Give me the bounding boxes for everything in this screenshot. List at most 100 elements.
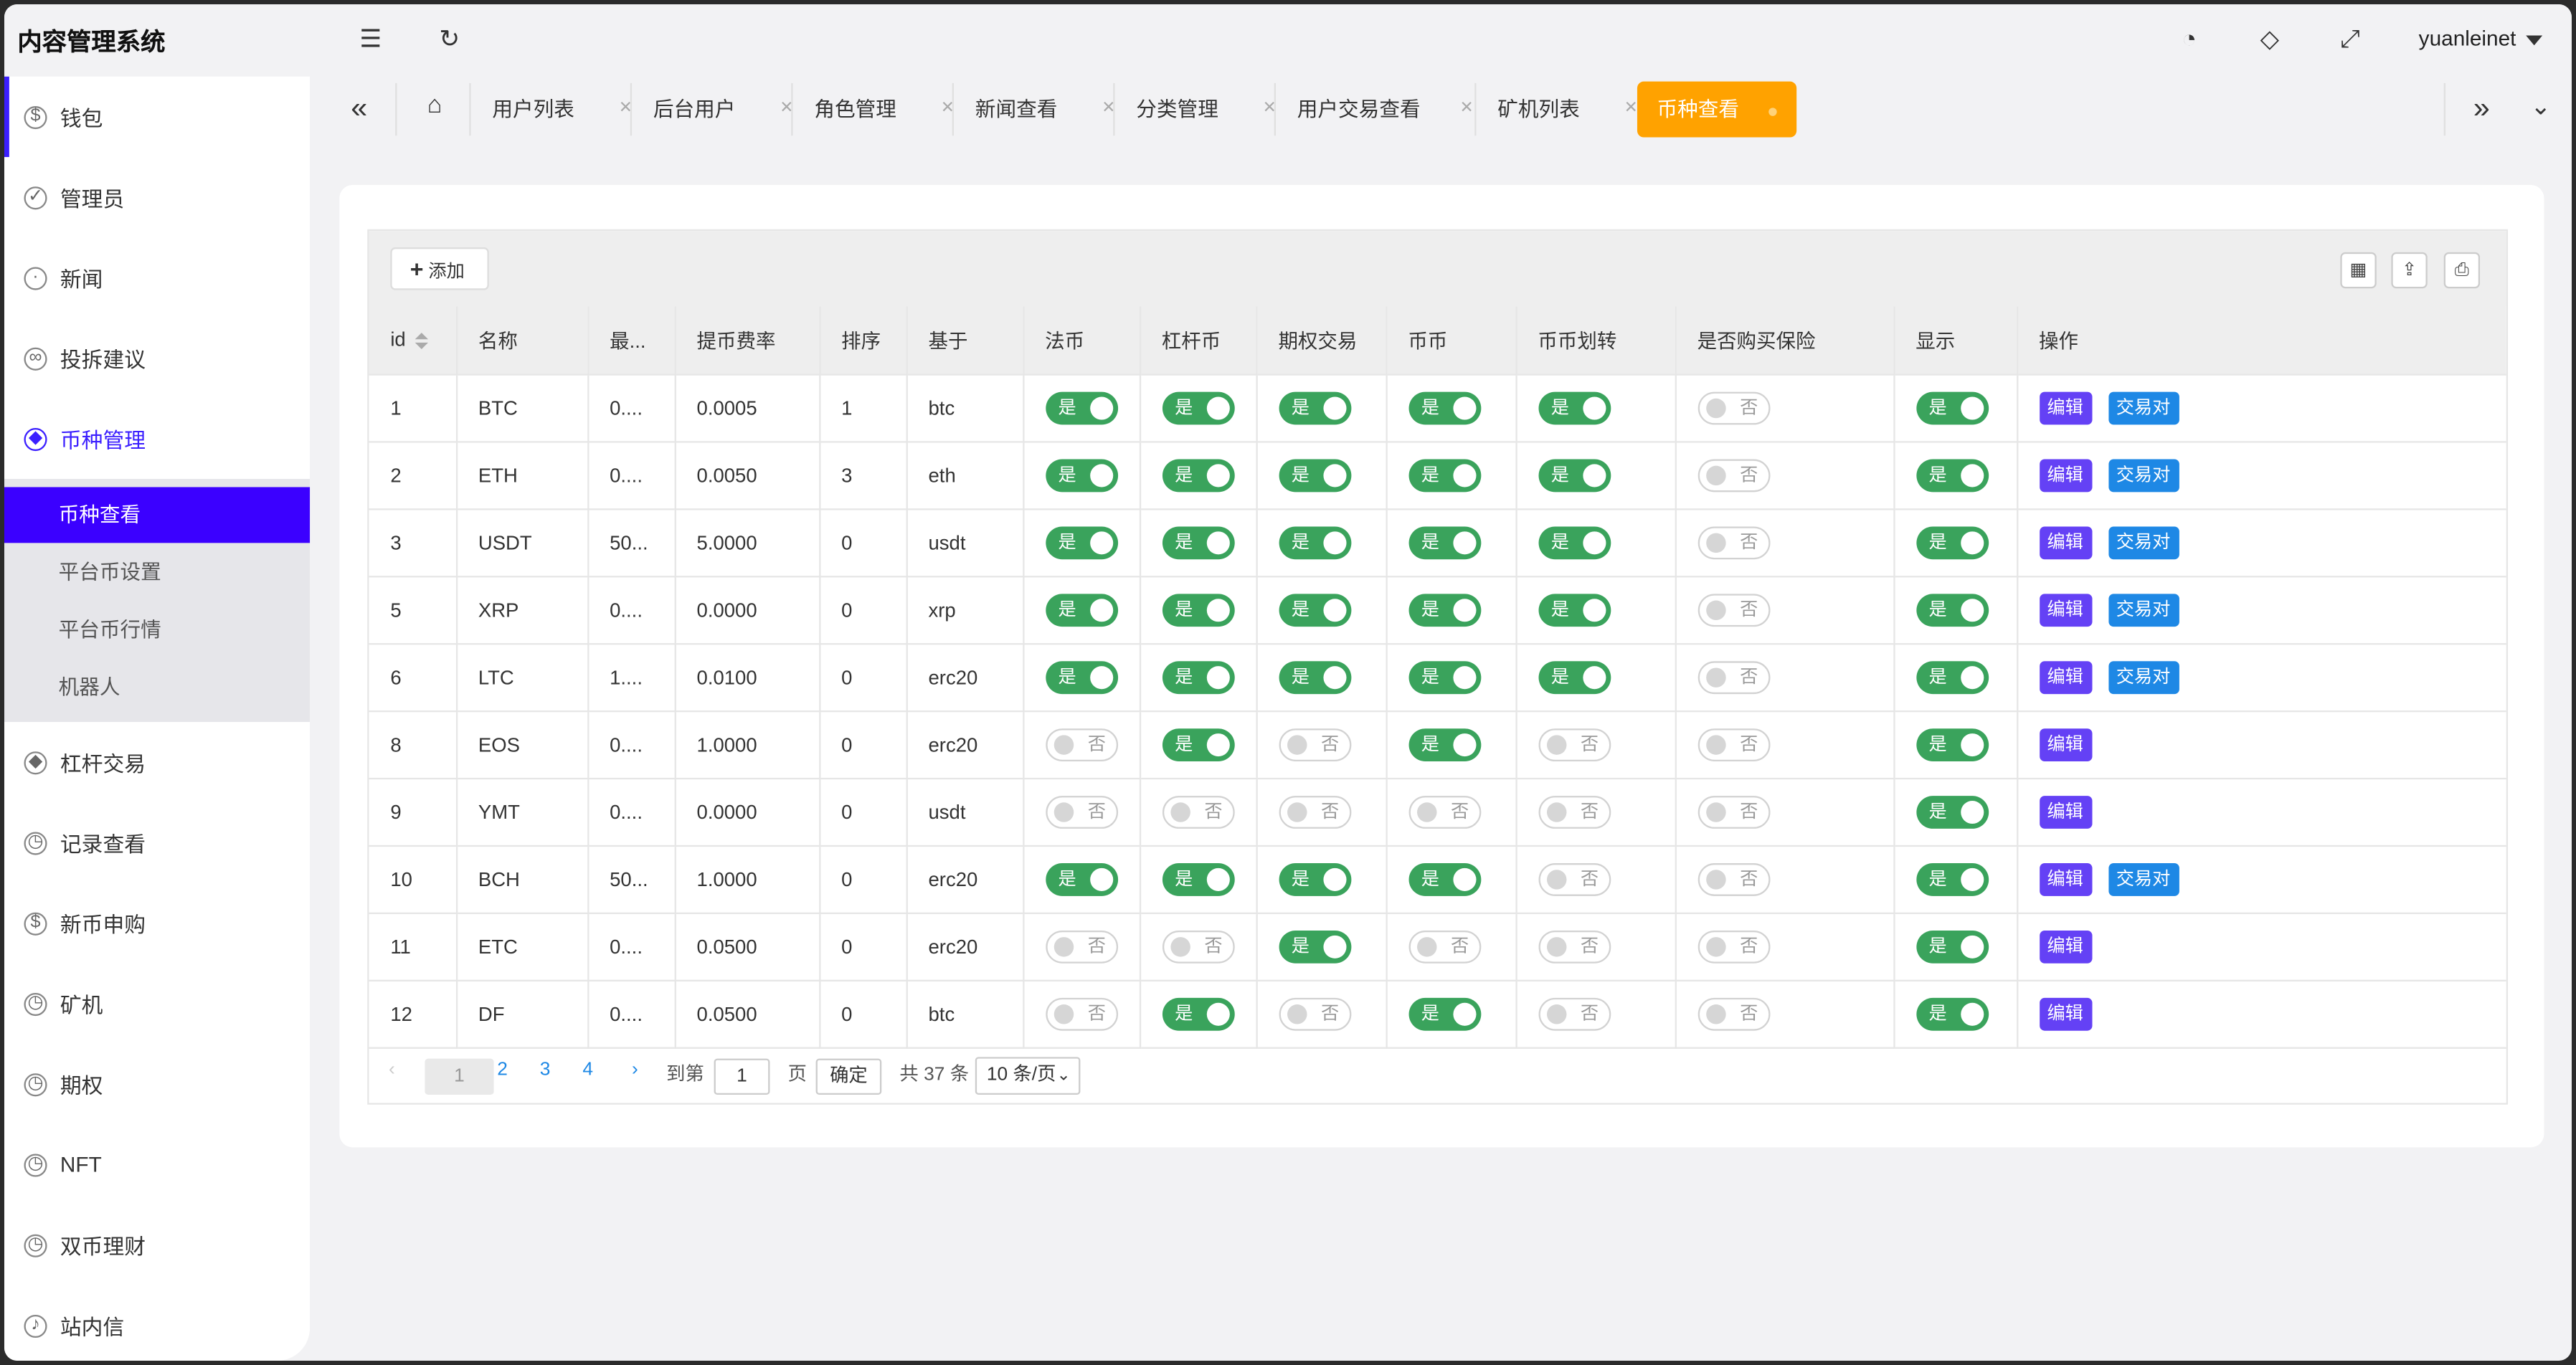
insurance-toggle[interactable]: 否 <box>1697 593 1770 627</box>
user-menu[interactable]: yuanleinet <box>2419 26 2543 50</box>
insurance-toggle[interactable]: 否 <box>1697 525 1770 559</box>
goto-confirm-button[interactable]: 确定 <box>815 1058 882 1095</box>
fullscreen-icon[interactable]: ⤢ <box>2334 24 2367 57</box>
trading-pair-button[interactable]: 交易对 <box>2108 458 2179 492</box>
tabs-scroll-left-icon[interactable]: « <box>343 91 376 124</box>
lever-toggle[interactable]: 否 <box>1161 929 1234 963</box>
show-toggle[interactable]: 是 <box>1916 862 1989 895</box>
insurance-toggle[interactable]: 否 <box>1697 458 1770 492</box>
fiat-toggle[interactable]: 否 <box>1045 794 1117 828</box>
show-toggle[interactable]: 是 <box>1916 794 1989 828</box>
close-icon[interactable]: ✕ <box>1460 82 1474 138</box>
submenu-item-platform-coin[interactable]: 平台币设置 <box>4 545 310 601</box>
close-icon[interactable]: ✕ <box>1624 82 1638 138</box>
tab-user-trades[interactable]: 用户交易查看 ✕ <box>1297 82 1474 138</box>
goto-page-input[interactable]: 1 <box>714 1058 770 1095</box>
columns-filter-icon[interactable]: ▦ <box>2340 252 2377 289</box>
lever-toggle[interactable]: 是 <box>1161 391 1234 424</box>
show-toggle[interactable]: 是 <box>1916 728 1989 761</box>
tab-user-list[interactable]: 用户列表 ✕ <box>492 82 633 138</box>
sidebar-item-currency[interactable]: ◆ 币种管理 <box>4 399 310 479</box>
sidebar-item-messages[interactable]: ♪ 站内信 <box>4 1285 310 1361</box>
tab-currency-view[interactable]: 币种查看 <box>1637 81 1797 138</box>
insurance-toggle[interactable]: 否 <box>1697 391 1770 424</box>
refresh-icon[interactable]: ↻ <box>433 24 466 57</box>
sidebar-item-options[interactable]: ◷ 期权 <box>4 1044 310 1124</box>
lever-toggle[interactable]: 是 <box>1161 997 1234 1030</box>
coin-toggle[interactable]: 否 <box>1408 929 1481 963</box>
page-size-select[interactable]: 10 条/页 ⌄ <box>975 1057 1081 1095</box>
edit-button[interactable]: 编辑 <box>2039 862 2092 895</box>
option-toggle[interactable]: 是 <box>1278 862 1351 895</box>
insurance-toggle[interactable]: 否 <box>1697 660 1770 693</box>
show-toggle[interactable]: 是 <box>1916 458 1989 492</box>
option-toggle[interactable]: 是 <box>1278 525 1351 559</box>
option-toggle[interactable]: 否 <box>1278 997 1351 1030</box>
coin-toggle[interactable]: 是 <box>1408 728 1481 761</box>
submenu-item-platform-market[interactable]: 平台币行情 <box>4 602 310 658</box>
home-icon[interactable]: ⌂ <box>418 90 451 123</box>
column-header[interactable]: id <box>369 306 458 375</box>
page-link[interactable]: 4 <box>582 1060 593 1080</box>
lever-toggle[interactable]: 是 <box>1161 660 1234 693</box>
transfer-toggle[interactable]: 否 <box>1538 929 1611 963</box>
trading-pair-button[interactable]: 交易对 <box>2108 593 2179 627</box>
option-toggle[interactable]: 是 <box>1278 391 1351 424</box>
coin-toggle[interactable]: 是 <box>1408 862 1481 895</box>
transfer-toggle[interactable]: 否 <box>1538 862 1611 895</box>
sidebar-item-wallet[interactable]: $ 钱包 <box>4 76 310 158</box>
submenu-item-currency-view[interactable]: 币种查看 <box>4 487 311 543</box>
sidebar-item-dual-finance[interactable]: ◷ 双币理财 <box>4 1205 310 1285</box>
trading-pair-button[interactable]: 交易对 <box>2108 525 2179 559</box>
insurance-toggle[interactable]: 否 <box>1697 929 1770 963</box>
sort-icon[interactable] <box>415 333 429 350</box>
tabs-dropdown-icon[interactable]: ⌄ <box>2524 91 2557 124</box>
fiat-toggle[interactable]: 是 <box>1045 862 1117 895</box>
option-toggle[interactable]: 是 <box>1278 593 1351 627</box>
transfer-toggle[interactable]: 否 <box>1538 728 1611 761</box>
coin-toggle[interactable]: 是 <box>1408 660 1481 693</box>
fiat-toggle[interactable]: 是 <box>1045 525 1117 559</box>
option-toggle[interactable]: 是 <box>1278 929 1351 963</box>
show-toggle[interactable]: 是 <box>1916 391 1989 424</box>
export-icon[interactable]: ⇪ <box>2391 252 2428 289</box>
trading-pair-button[interactable]: 交易对 <box>2108 391 2179 424</box>
edit-button[interactable]: 编辑 <box>2039 391 2092 424</box>
show-toggle[interactable]: 是 <box>1916 929 1989 963</box>
tab-admin-users[interactable]: 后台用户 ✕ <box>653 82 794 138</box>
option-toggle[interactable]: 否 <box>1278 794 1351 828</box>
tab-roles[interactable]: 角色管理 ✕ <box>814 82 955 138</box>
insurance-toggle[interactable]: 否 <box>1697 728 1770 761</box>
option-toggle[interactable]: 否 <box>1278 728 1351 761</box>
lever-toggle[interactable]: 否 <box>1161 794 1234 828</box>
collapse-menu-icon[interactable]: ☰ <box>354 24 387 57</box>
edit-button[interactable]: 编辑 <box>2039 728 2092 761</box>
show-toggle[interactable]: 是 <box>1916 593 1989 627</box>
insurance-toggle[interactable]: 否 <box>1697 794 1770 828</box>
sidebar-item-feedback[interactable]: ∞ 投拆建议 <box>4 318 310 399</box>
insurance-toggle[interactable]: 否 <box>1697 862 1770 895</box>
show-toggle[interactable]: 是 <box>1916 525 1989 559</box>
tab-news-view[interactable]: 新闻查看 ✕ <box>975 82 1116 138</box>
print-icon[interactable]: ⎙ <box>2443 252 2481 289</box>
coin-toggle[interactable]: 是 <box>1408 593 1481 627</box>
coin-toggle[interactable]: 是 <box>1408 458 1481 492</box>
transfer-toggle[interactable]: 否 <box>1538 794 1611 828</box>
lever-toggle[interactable]: 是 <box>1161 525 1234 559</box>
transfer-toggle[interactable]: 是 <box>1538 593 1611 627</box>
sidebar-item-miner[interactable]: ◷ 矿机 <box>4 964 310 1044</box>
sidebar-item-ipo[interactable]: $ 新币申购 <box>4 883 310 964</box>
show-toggle[interactable]: 是 <box>1916 660 1989 693</box>
coin-toggle[interactable]: 是 <box>1408 525 1481 559</box>
edit-button[interactable]: 编辑 <box>2039 525 2092 559</box>
coin-toggle[interactable]: 是 <box>1408 997 1481 1030</box>
prev-page-icon[interactable]: ‹ <box>389 1060 395 1080</box>
fiat-toggle[interactable]: 是 <box>1045 391 1117 424</box>
fiat-toggle[interactable]: 是 <box>1045 458 1117 492</box>
trading-pair-button[interactable]: 交易对 <box>2108 660 2179 693</box>
lever-toggle[interactable]: 是 <box>1161 728 1234 761</box>
lever-toggle[interactable]: 是 <box>1161 862 1234 895</box>
tab-miner-list[interactable]: 矿机列表 ✕ <box>1497 82 1638 138</box>
transfer-toggle[interactable]: 是 <box>1538 458 1611 492</box>
insurance-toggle[interactable]: 否 <box>1697 997 1770 1030</box>
